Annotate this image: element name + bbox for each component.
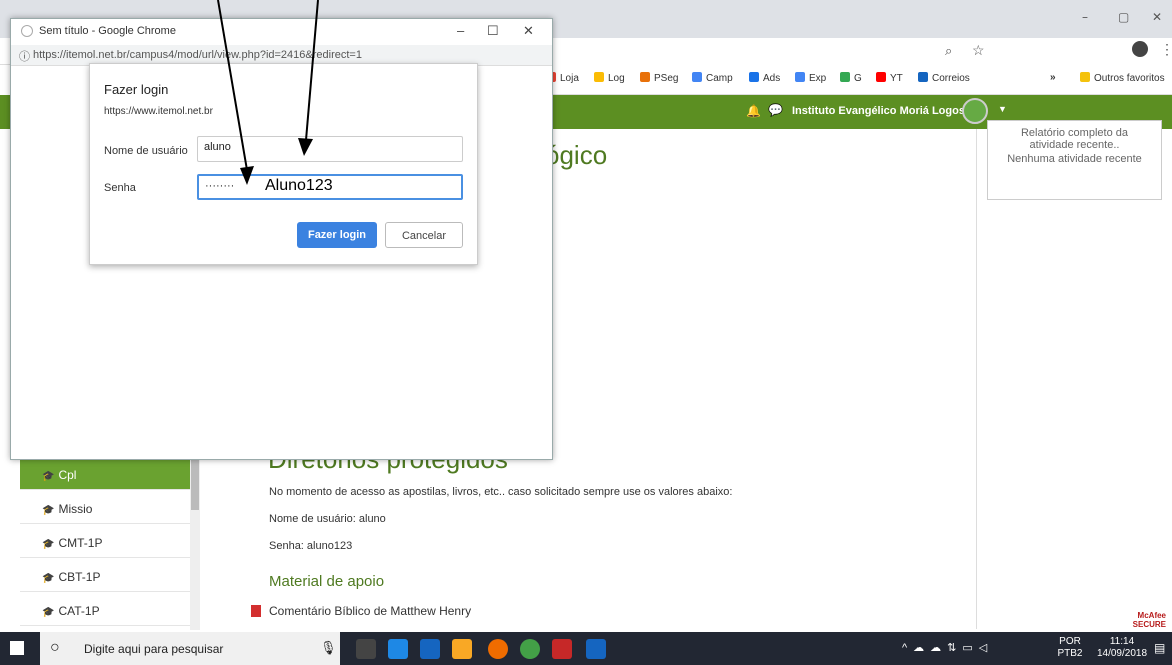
- zoom-icon[interactable]: ⌕: [945, 43, 952, 59]
- graduation-cap-icon: 🎓: [42, 505, 55, 516]
- page-heading-partial: ógico: [545, 140, 608, 170]
- bookmarks-more[interactable]: »: [1050, 72, 1056, 83]
- institute-name[interactable]: Instituto Evangélico Moriá Logos IV: [792, 105, 978, 117]
- task-view-icon[interactable]: [356, 639, 376, 659]
- bookmark-exp[interactable]: Exp: [795, 72, 826, 84]
- star-icon[interactable]: ☆: [972, 42, 985, 59]
- notification-center-icon[interactable]: ▤: [1154, 641, 1165, 655]
- search-placeholder: Digite aqui para pesquisar: [84, 642, 224, 656]
- graduation-cap-icon: 🎓: [42, 539, 55, 550]
- cancel-button[interactable]: Cancelar: [385, 222, 463, 248]
- course-nav: 🎓 Cpl 🎓 Missio 🎓 CMT-1P 🎓 CBT-1P 🎓 CAT-1P: [20, 460, 200, 630]
- graduation-cap-icon: 🎓: [42, 471, 55, 482]
- popup-titlebar: Sem título - Google Chrome – ☐ ✕: [11, 19, 552, 45]
- popup-title: Sem título - Google Chrome: [39, 25, 176, 37]
- other-favorites[interactable]: Outros favoritos: [1080, 72, 1165, 84]
- windows-start-icon[interactable]: [10, 641, 24, 655]
- cortana-icon: ○: [50, 639, 60, 656]
- recent-activity-block: Relatório completo da atividade recente.…: [987, 120, 1162, 200]
- right-column-divider: [976, 129, 977, 629]
- login-dialog: Fazer login https://www.itemol.net.br No…: [89, 63, 478, 265]
- chrome-icon[interactable]: [520, 639, 540, 659]
- password-hint: Senha: aluno123: [269, 540, 353, 552]
- username-label: Nome de usuário: [104, 145, 188, 157]
- minimize-icon[interactable]: –: [1082, 10, 1088, 24]
- log-icon: [594, 72, 604, 82]
- notifications-icon[interactable]: 🔔: [746, 104, 761, 118]
- popup-window: Sem título - Google Chrome – ☐ ✕ ⓘ https…: [10, 18, 553, 460]
- camp-icon: [692, 72, 702, 82]
- username-field[interactable]: aluno: [197, 136, 463, 162]
- course-nav-scroll-thumb[interactable]: [191, 460, 199, 510]
- chevron-down-icon[interactable]: ▼: [998, 104, 1007, 114]
- correios-icon: [918, 72, 928, 82]
- course-item-cpl[interactable]: 🎓 Cpl: [20, 460, 190, 490]
- bookmark-g[interactable]: G: [840, 72, 862, 84]
- ads-icon: [749, 72, 759, 82]
- exp-icon: [795, 72, 805, 82]
- bookmark-log[interactable]: Log: [594, 72, 625, 84]
- pseg-icon: [640, 72, 650, 82]
- password-label: Senha: [104, 182, 136, 194]
- bookmarks-bar: Loja Log PSeg Camp Ads Exp G YT Correios…: [540, 64, 1172, 95]
- firefox-icon[interactable]: [488, 639, 508, 659]
- info-icon[interactable]: ⓘ: [19, 48, 30, 64]
- password-field[interactable]: ········ Aluno123: [197, 174, 463, 200]
- graduation-cap-icon: 🎓: [42, 607, 55, 618]
- close-icon[interactable]: ✕: [1152, 10, 1162, 24]
- course-item-cbt-1p[interactable]: 🎓 CBT-1P: [20, 562, 190, 592]
- google-icon: [840, 72, 850, 82]
- edge-icon[interactable]: [420, 639, 440, 659]
- loading-icon: [21, 25, 33, 37]
- microphone-icon[interactable]: 🎙: [320, 640, 337, 656]
- taskbar-search[interactable]: ○ Digite aqui para pesquisar 🎙: [40, 632, 340, 665]
- course-item-cmt-1p[interactable]: 🎓 CMT-1P: [20, 528, 190, 558]
- pdf-icon: [251, 605, 261, 617]
- menu-icon[interactable]: ⋮: [1160, 41, 1172, 58]
- support-heading: Material de apoio: [269, 573, 385, 590]
- popup-maximize-icon[interactable]: ☐: [487, 23, 499, 39]
- system-tray-icons[interactable]: ^☁☁⇅▭◁: [902, 641, 993, 654]
- bookmark-correios[interactable]: Correios: [918, 72, 970, 84]
- bookmark-yt[interactable]: YT: [876, 72, 903, 84]
- bookmark-camp[interactable]: Camp: [692, 72, 733, 84]
- restore-icon[interactable]: ▢: [1118, 10, 1129, 24]
- password-mask: ········: [205, 180, 235, 192]
- windows-taskbar: ○ Digite aqui para pesquisar 🎙 ^☁☁⇅▭◁ PO…: [0, 632, 1172, 665]
- media-player-icon[interactable]: [388, 639, 408, 659]
- powerpoint-icon[interactable]: [552, 639, 572, 659]
- language-indicator[interactable]: POR PTB2: [1056, 636, 1084, 660]
- login-button[interactable]: Fazer login: [297, 222, 377, 248]
- login-site: https://www.itemol.net.br: [104, 106, 213, 117]
- popup-minimize-icon[interactable]: –: [457, 23, 464, 38]
- folder-icon: [1080, 72, 1090, 82]
- messages-icon[interactable]: 💬: [768, 103, 783, 117]
- login-title: Fazer login: [104, 82, 169, 97]
- clock[interactable]: 11:14 14/09/2018: [1094, 636, 1150, 660]
- recent-activity-link[interactable]: Relatório completo da atividade recente.…: [988, 127, 1161, 151]
- popup-url[interactable]: https://itemol.net.br/campus4/mod/url/vi…: [33, 49, 362, 61]
- course-item-cat-1p[interactable]: 🎓 CAT-1P: [20, 596, 190, 626]
- popup-close-icon[interactable]: ✕: [523, 23, 534, 39]
- graduation-cap-icon: 🎓: [42, 573, 55, 584]
- bookmark-ads[interactable]: Ads: [749, 72, 780, 84]
- support-item[interactable]: Comentário Bíblico de Matthew Henry: [251, 604, 471, 618]
- password-annotation: Aluno123: [265, 177, 333, 194]
- avatar[interactable]: [962, 98, 988, 124]
- bookmark-pseg[interactable]: PSeg: [640, 72, 678, 84]
- word-icon[interactable]: [586, 639, 606, 659]
- youtube-icon: [876, 72, 886, 82]
- username-hint: Nome de usuário: aluno: [269, 513, 386, 525]
- profile-icon[interactable]: [1132, 41, 1148, 57]
- course-item-missio[interactable]: 🎓 Missio: [20, 494, 190, 524]
- no-recent-activity: Nenhuma atividade recente: [1007, 153, 1142, 165]
- notice-text: No momento de acesso as apostilas, livro…: [269, 486, 733, 498]
- mcafee-badge[interactable]: McAfee SECURE: [1106, 611, 1166, 631]
- file-explorer-icon[interactable]: [452, 639, 472, 659]
